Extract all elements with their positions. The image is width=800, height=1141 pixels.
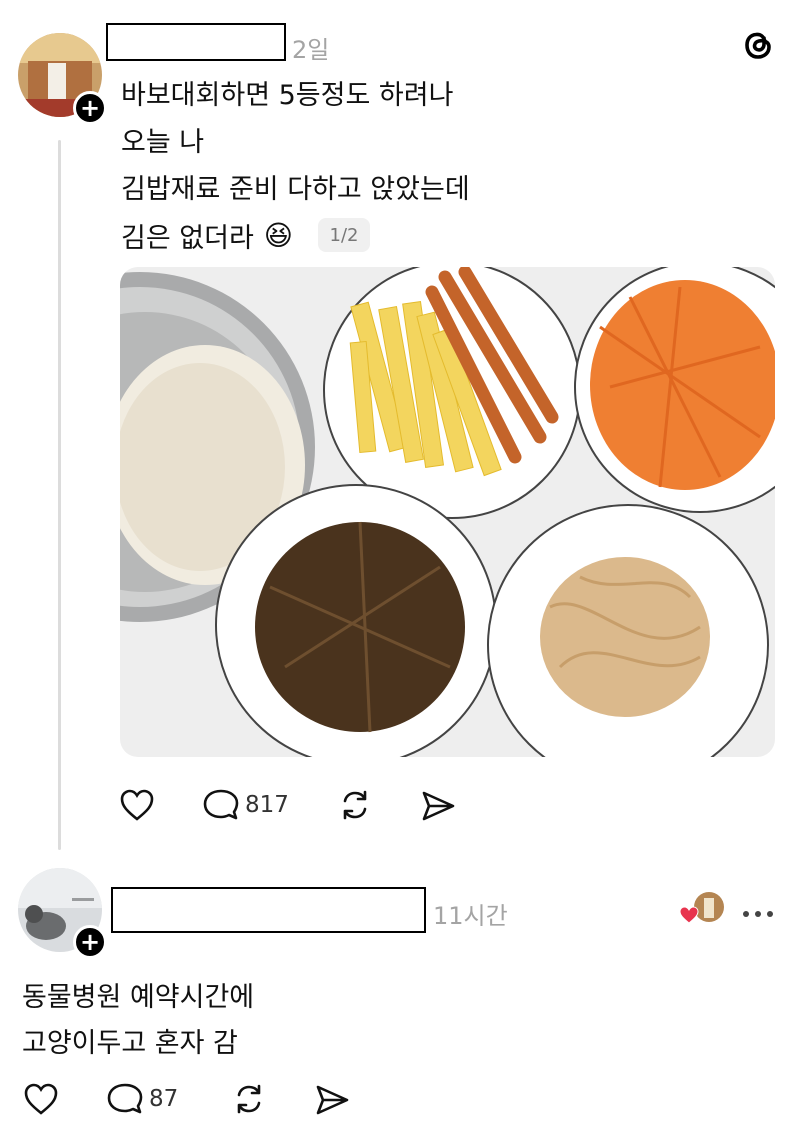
share-button[interactable] bbox=[420, 789, 456, 823]
post-image[interactable] bbox=[120, 267, 775, 757]
heart-icon bbox=[24, 1083, 58, 1115]
follow-plus-icon[interactable]: + bbox=[73, 925, 107, 959]
like-button[interactable] bbox=[23, 1082, 59, 1116]
post-text-line-2: 고양이두고 혼자 감 bbox=[22, 1028, 238, 1059]
more-icon[interactable] bbox=[741, 904, 775, 923]
threads-logo-icon[interactable] bbox=[741, 27, 775, 63]
heart-badge-icon bbox=[679, 906, 699, 928]
post-timestamp: 11시간 bbox=[433, 902, 508, 930]
comment-button[interactable]: 87 bbox=[107, 1082, 178, 1116]
share-icon bbox=[316, 1085, 349, 1115]
repost-button[interactable] bbox=[337, 787, 373, 823]
post-text-line-3: 김밥재료 준비 다하고 앉았는데 bbox=[121, 174, 470, 205]
heart-icon bbox=[120, 789, 154, 821]
redacted-username[interactable] bbox=[106, 23, 286, 61]
comment-icon bbox=[107, 1083, 143, 1114]
repost-icon bbox=[343, 790, 367, 820]
comment-count: 87 bbox=[149, 1086, 179, 1112]
follow-plus-icon[interactable]: + bbox=[73, 91, 107, 125]
repost-button[interactable] bbox=[231, 1081, 267, 1117]
repost-icon bbox=[237, 1084, 261, 1114]
share-icon bbox=[422, 791, 455, 821]
post-text-line-1: 바보대회하면 5등정도 하려나 bbox=[121, 80, 454, 111]
post-text-line-4: 김은 없더라 😆 bbox=[121, 216, 293, 255]
laughing-emoji: 😆 bbox=[263, 219, 293, 252]
comment-button[interactable]: 817 bbox=[203, 788, 289, 822]
post-text-line-1: 동물병원 예약시간에 bbox=[22, 982, 255, 1013]
thread-connector-line bbox=[58, 140, 61, 850]
redacted-username[interactable] bbox=[111, 887, 426, 933]
post-timestamp: 2일 bbox=[292, 36, 330, 64]
image-page-indicator: 1/2 bbox=[318, 218, 370, 252]
share-button[interactable] bbox=[314, 1083, 350, 1117]
post-text-line-4-text: 김은 없더라 bbox=[121, 223, 254, 254]
comment-icon bbox=[203, 789, 239, 820]
comment-count: 817 bbox=[245, 792, 289, 818]
like-button[interactable] bbox=[119, 788, 155, 822]
post-text-line-2: 오늘 나 bbox=[121, 127, 205, 158]
